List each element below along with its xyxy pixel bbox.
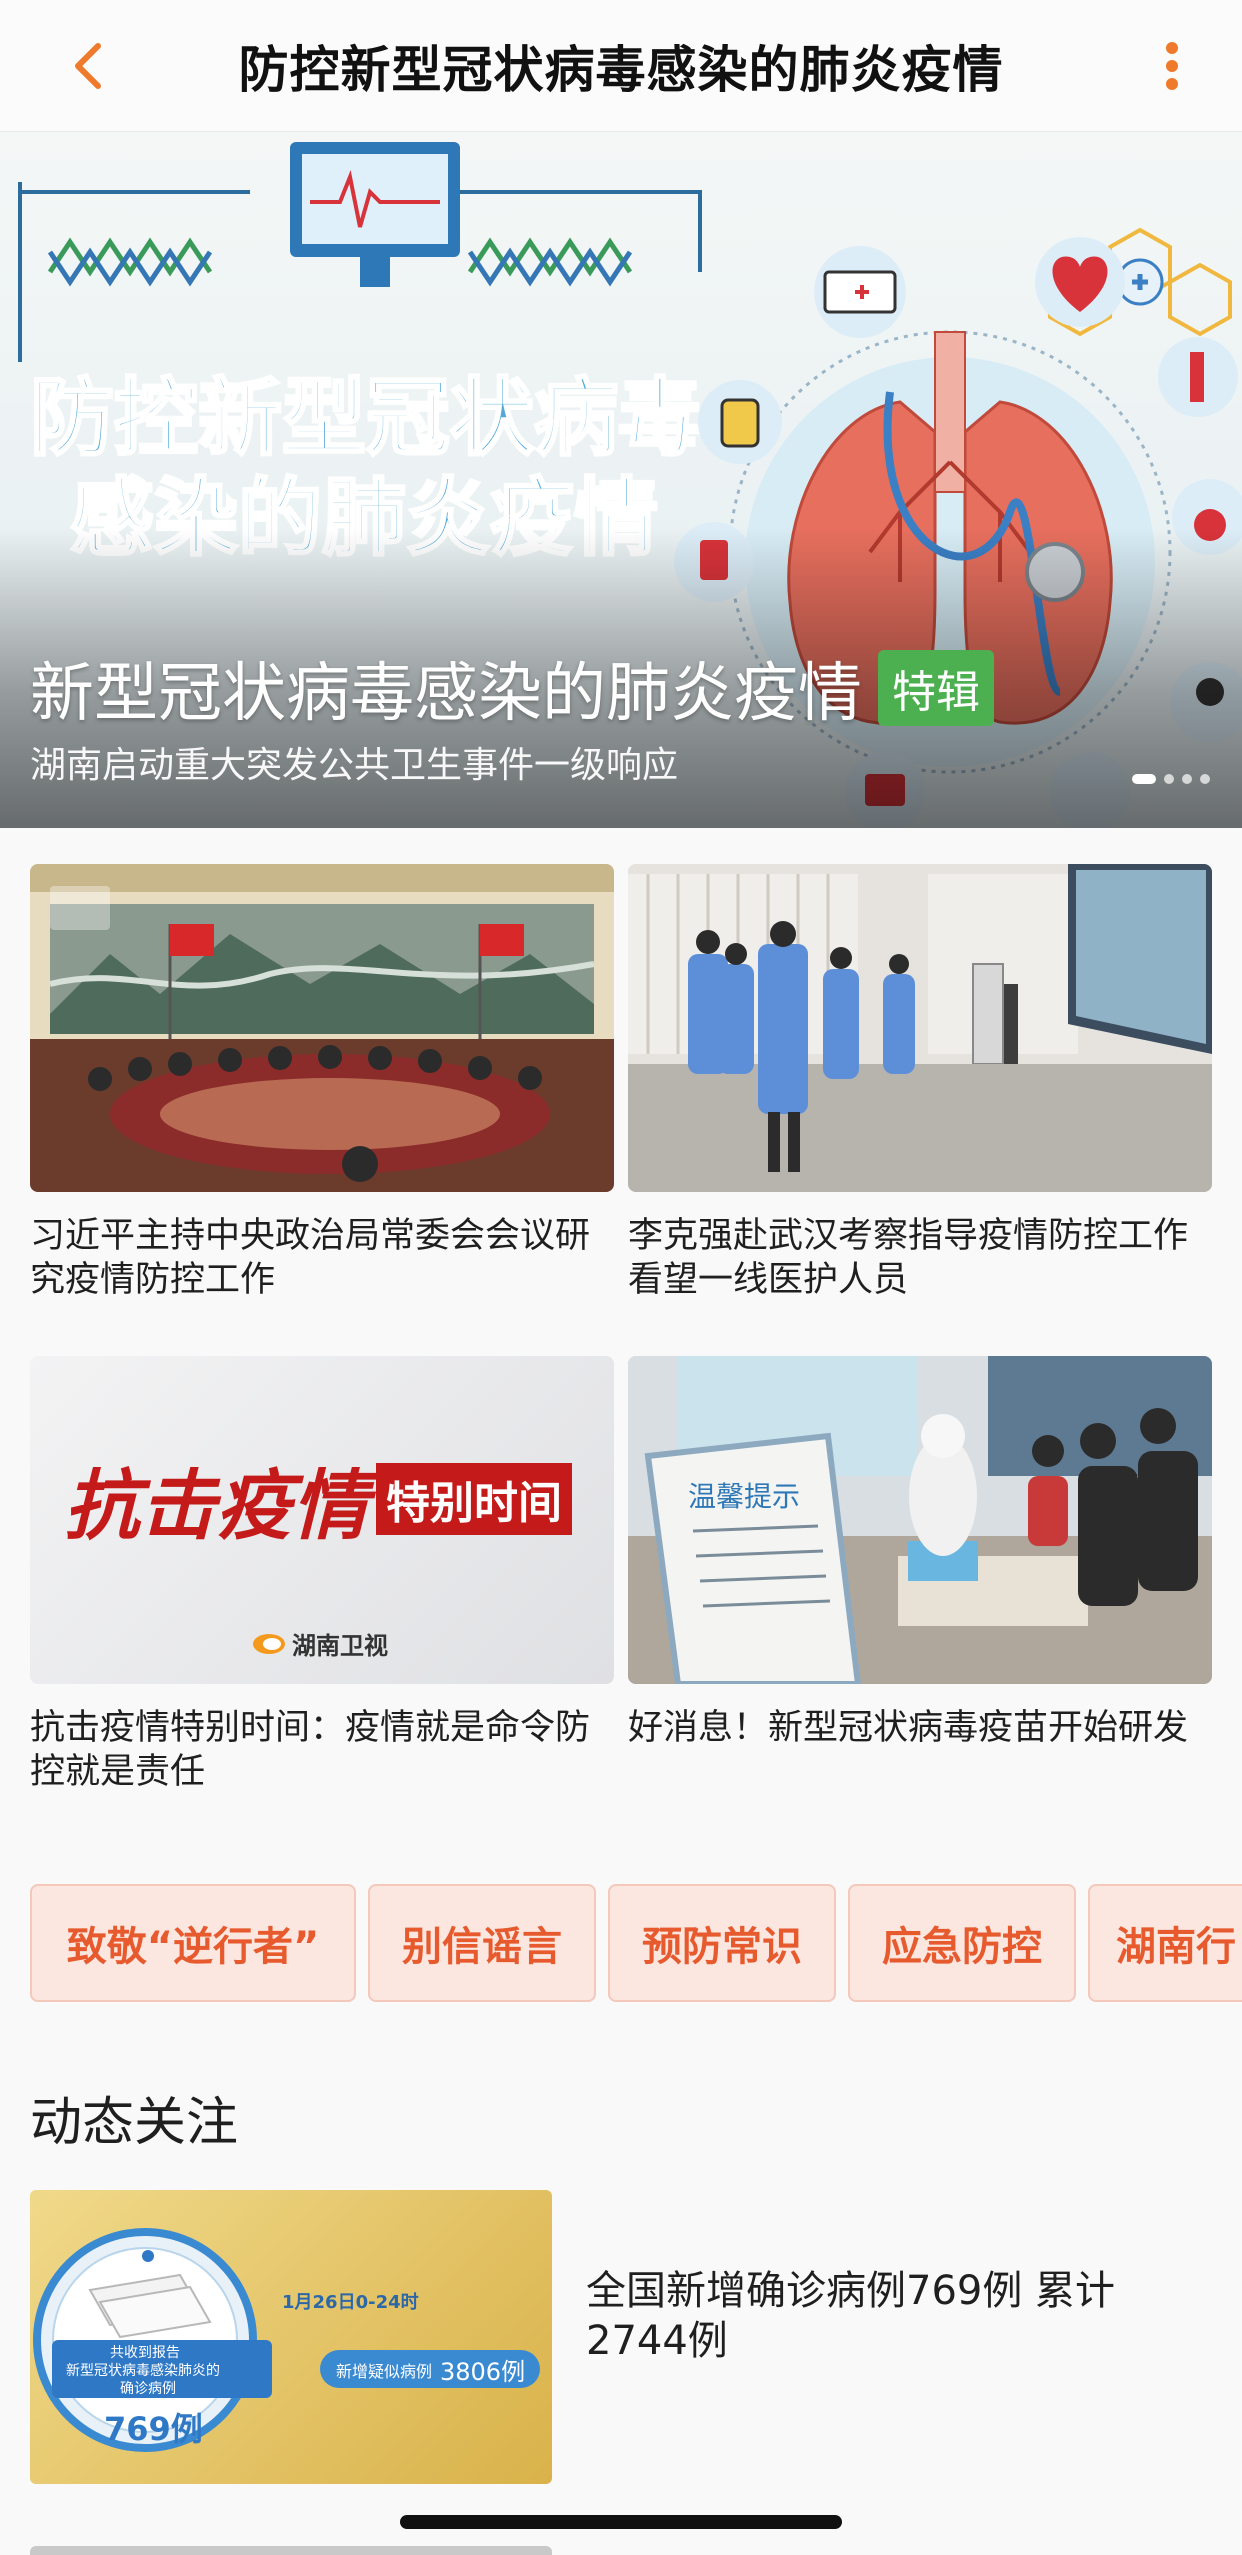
banner-title-row: 新型冠状病毒感染的肺炎疫情 特辑 (30, 642, 994, 734)
news-thumbnail (30, 864, 614, 1192)
news-card[interactable]: 习近平主持中央政治局常委会会议研究疫情防控工作 (30, 864, 614, 1302)
dynamic-news-thumbnail: 1月26日0-24时 共收到报告 新型冠状病毒感染肺炎的 确诊病例 769例 新… (30, 2190, 552, 2484)
news-card[interactable]: 温馨提示 好消息！新型冠状病毒疫苗开始研发 (628, 1356, 1212, 1750)
vertical-dots-icon (1166, 42, 1178, 90)
news-thumbnail: 温馨提示 (628, 1356, 1212, 1684)
tag-heroes[interactable]: 致敬“逆行者” (30, 1884, 356, 2002)
banner-subtitle: 湖南启动重大突发公共卫生事件一级响应 (30, 745, 679, 786)
top-navigation-bar: 防控新型冠状病毒感染的肺炎疫情 (0, 0, 1242, 132)
tag-prevention[interactable]: 预防常识 (608, 1884, 836, 2002)
thumb-sign-text: 温馨提示 (688, 1480, 800, 1513)
section-title: 动态关注 (30, 2093, 239, 2153)
carousel-dot[interactable] (1200, 774, 1210, 784)
thumb-circle-line2: 新型冠状病毒感染肺炎的 (66, 2363, 220, 2379)
banner-art-line1: 防控新型冠状病毒 (30, 369, 702, 467)
thumb-main-text: 抗击疫情 (64, 1461, 368, 1550)
news-caption: 好消息！新型冠状病毒疫苗开始研发 (628, 1708, 1189, 1748)
dynamic-news-text: 全国新增确诊病例769例 累计2744例 (586, 2268, 1116, 2364)
back-button[interactable] (56, 34, 120, 98)
tag-emergency[interactable]: 应急防控 (848, 1884, 1076, 2002)
thumb-circle-line1: 共收到报告 (110, 2345, 180, 2361)
hunan-tv-logo-icon (253, 1633, 285, 1654)
news-card[interactable]: 抗击疫情 特别时间 湖南卫视 抗击疫情特别时间：疫情就是命令防控就是责任 (30, 1356, 614, 1794)
news-thumbnail: 抗击疫情 特别时间 湖南卫视 (30, 1356, 614, 1684)
news-caption: 习近平主持中央政治局常委会会议研究疫情防控工作 (30, 1216, 591, 1300)
thumb-suspect-label: 新增疑似病例 (336, 2362, 433, 2381)
thumb-circle-line3: 确诊病例 (120, 2381, 176, 2397)
dynamic-news-item[interactable]: 1月26日0-24时 共收到报告 新型冠状病毒感染肺炎的 确诊病例 769例 新… (30, 2190, 1212, 2486)
banner-title: 新型冠状病毒感染的肺炎疫情 (30, 657, 862, 731)
more-options-button[interactable] (1146, 34, 1198, 98)
carousel-dot-active[interactable] (1132, 774, 1156, 784)
topic-tags: 致敬“逆行者” 别信谣言 预防常识 应急防控 湖南行 (30, 1884, 1242, 2002)
news-thumbnail (628, 864, 1212, 1192)
page: 防控新型冠状病毒感染的肺炎疫情 防控新型冠状病毒 感染的肺炎疫情 新型冠状病毒感… (0, 0, 1242, 2555)
carousel-dot[interactable] (1164, 774, 1174, 784)
news-card[interactable]: 李克强赴武汉考察指导疫情防控工作 看望一线医护人员 (628, 864, 1212, 1302)
thumb-confirmed: 769例 (104, 2410, 203, 2448)
feature-banner[interactable]: 防控新型冠状病毒 感染的肺炎疫情 新型冠状病毒感染的肺炎疫情 特辑 湖南启动重大… (0, 132, 1242, 828)
news-caption: 李克强赴武汉考察指导疫情防控工作 看望一线医护人员 (628, 1216, 1189, 1300)
thumb-tag-text: 特别时间 (376, 1463, 572, 1535)
thumb-date: 1月26日0-24时 (282, 2292, 419, 2313)
tag-rumors[interactable]: 别信谣言 (368, 1884, 596, 2002)
carousel-dot[interactable] (1182, 774, 1192, 784)
page-title: 防控新型冠状病毒感染的肺炎疫情 (238, 40, 1004, 99)
chevron-left-icon (75, 43, 101, 89)
news-caption: 抗击疫情特别时间：疫情就是命令防控就是责任 (30, 1708, 591, 1792)
home-indicator[interactable] (400, 2515, 842, 2529)
next-item-thumbnail (30, 2546, 552, 2555)
special-badge: 特辑 (878, 650, 994, 726)
thumb-suspect-value: 3806例 (440, 2358, 526, 2386)
thumb-logo-text: 湖南卫视 (292, 1632, 388, 1660)
tag-hunan[interactable]: 湖南行 (1088, 1884, 1242, 2002)
carousel-indicator (1132, 774, 1210, 784)
